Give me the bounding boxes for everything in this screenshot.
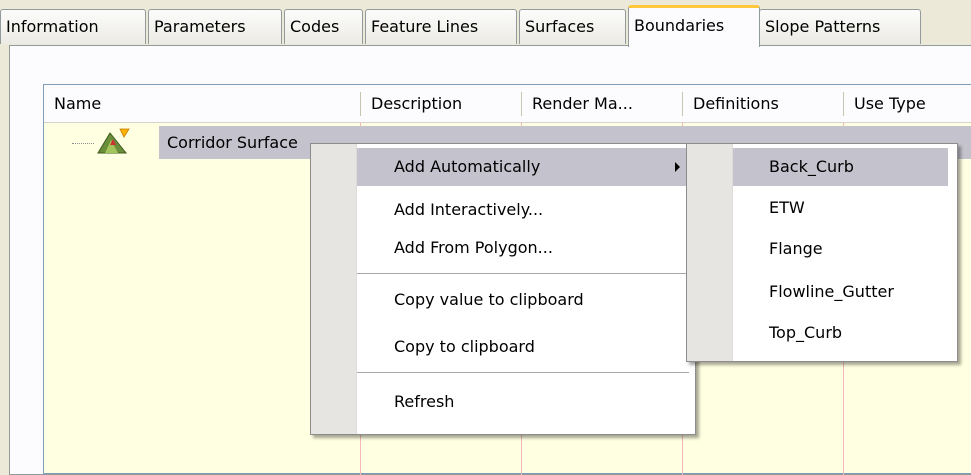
tab-label: Surfaces — [525, 17, 595, 36]
tab-strip: Information Parameters Codes Feature Lin… — [0, 0, 971, 47]
menu-gutter — [311, 144, 357, 434]
column-header-description[interactable]: Description — [361, 85, 521, 122]
column-header-label: Description — [371, 94, 463, 113]
menu-gutter — [687, 144, 733, 361]
menu-separator — [357, 372, 689, 373]
column-header-label: Use Type — [854, 94, 926, 113]
context-menu: Add Automatically Add Interactively... A… — [310, 143, 696, 435]
column-header-render-material[interactable]: Render Ma... — [522, 85, 682, 122]
submenu-arrow-icon — [675, 162, 680, 172]
menu-item-label: Flange — [769, 239, 823, 258]
submenu-item-top-curb[interactable]: Top_Curb — [733, 314, 948, 352]
tab-codes[interactable]: Codes — [284, 9, 363, 44]
column-header-label: Render Ma... — [532, 94, 633, 113]
submenu-item-back-curb[interactable]: Back_Curb — [733, 148, 948, 186]
column-header-definitions[interactable]: Definitions — [683, 85, 843, 122]
tab-surfaces[interactable]: Surfaces — [519, 9, 626, 44]
menu-item-label: Add From Polygon... — [394, 238, 553, 257]
menu-item-add-from-polygon[interactable]: Add From Polygon... — [357, 229, 690, 267]
menu-item-label: Flowline_Gutter — [769, 282, 894, 301]
submenu-item-flowline-gutter[interactable]: Flowline_Gutter — [733, 273, 948, 311]
tab-label: Slope Patterns — [765, 17, 881, 36]
column-header-label: Definitions — [693, 94, 779, 113]
add-automatically-submenu: Back_Curb ETW Flange Flowline_Gutter Top… — [686, 143, 958, 362]
menu-item-label: Add Automatically — [394, 157, 541, 176]
tab-label: Codes — [290, 17, 340, 36]
menu-item-copy-value-to-clipboard[interactable]: Copy value to clipboard — [357, 281, 690, 319]
column-header-label: Name — [54, 94, 102, 113]
menu-item-label: Back_Curb — [769, 157, 854, 176]
tab-feature-lines[interactable]: Feature Lines — [365, 9, 517, 44]
menu-item-label: Refresh — [394, 392, 455, 411]
menu-item-label: Copy to clipboard — [394, 337, 535, 356]
tab-parameters[interactable]: Parameters — [148, 9, 282, 44]
tab-label: Boundaries — [634, 16, 725, 35]
menu-separator — [357, 273, 689, 274]
menu-item-add-interactively[interactable]: Add Interactively... — [357, 191, 690, 229]
tab-information[interactable]: Information — [0, 9, 146, 44]
column-header-name[interactable]: Name — [44, 85, 360, 122]
menu-item-add-automatically[interactable]: Add Automatically — [357, 148, 690, 186]
corridor-surface-icon — [97, 128, 130, 154]
menu-item-label: Top_Curb — [769, 323, 843, 342]
tab-label: Parameters — [154, 17, 246, 36]
submenu-item-flange[interactable]: Flange — [733, 230, 948, 268]
submenu-item-etw[interactable]: ETW — [733, 189, 948, 227]
column-header-use-type[interactable]: Use Type — [844, 85, 971, 122]
tab-slope-patterns[interactable]: Slope Patterns — [759, 9, 921, 44]
menu-item-copy-to-clipboard[interactable]: Copy to clipboard — [357, 328, 690, 366]
menu-item-label: Copy value to clipboard — [394, 290, 584, 309]
menu-item-label: ETW — [769, 198, 805, 217]
tab-label: Information — [6, 17, 99, 36]
list-header: Name Description Render Ma... Definition… — [44, 85, 971, 123]
tab-boundaries[interactable]: Boundaries — [628, 5, 760, 47]
menu-item-label: Add Interactively... — [394, 200, 544, 219]
tab-label: Feature Lines — [371, 17, 479, 36]
menu-item-refresh[interactable]: Refresh — [357, 383, 690, 421]
tree-connector — [72, 143, 94, 144]
